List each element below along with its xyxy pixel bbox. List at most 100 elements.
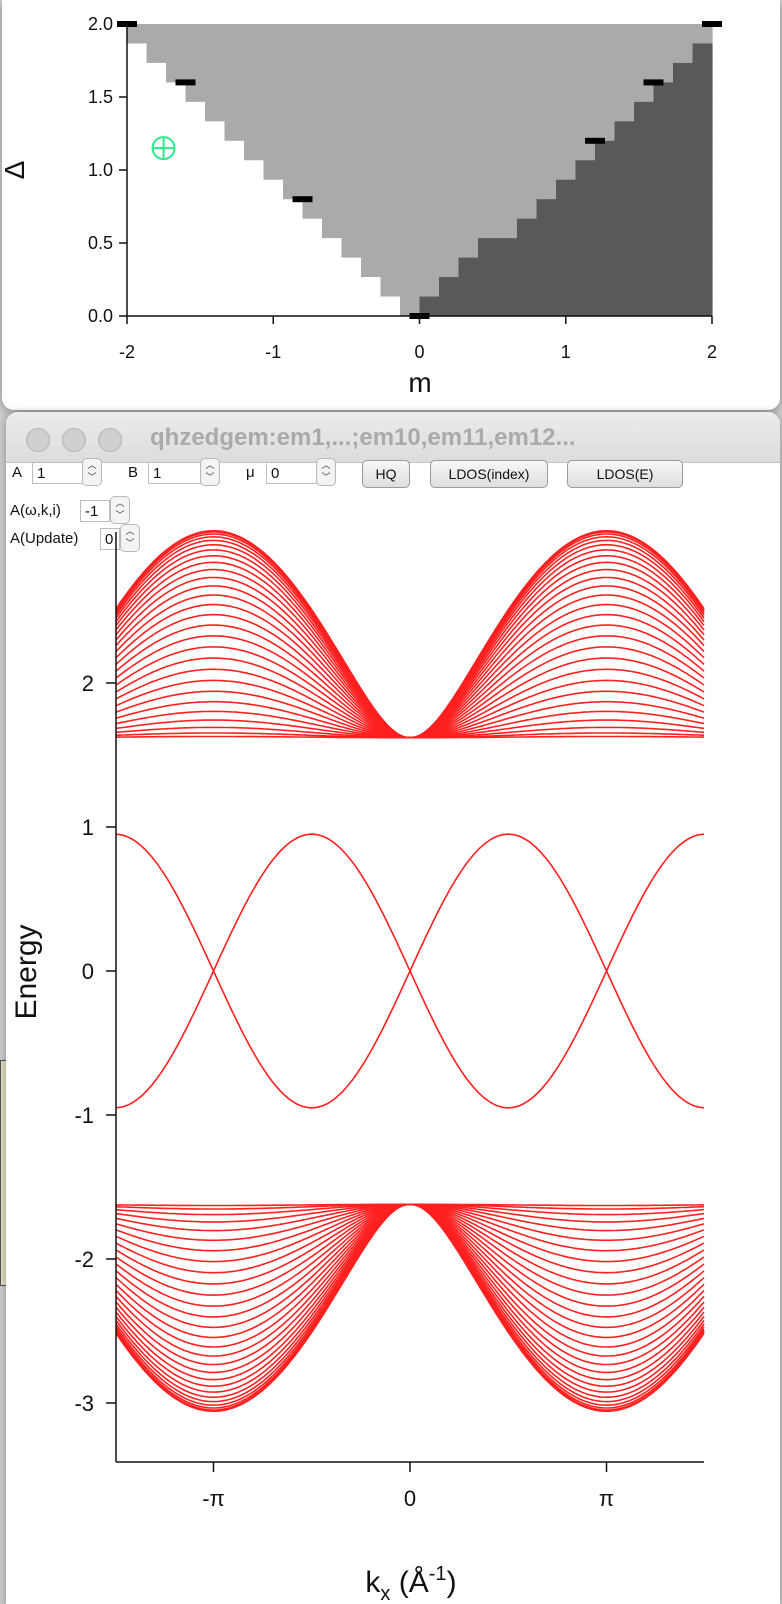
phase-cell <box>302 277 323 298</box>
phase-cell <box>575 238 596 259</box>
close-window-button[interactable] <box>26 428 50 452</box>
phase-cell <box>478 238 499 259</box>
hq-button[interactable]: HQ <box>362 460 410 488</box>
stepper-down-icon[interactable]: ﹀ <box>317 471 335 483</box>
phase-cell <box>185 238 206 259</box>
phase-cell <box>380 296 401 317</box>
phase-cell <box>653 218 674 239</box>
phase-cell <box>127 101 148 122</box>
phase-cell <box>166 199 187 220</box>
phase-cell <box>380 257 401 278</box>
phase-cell <box>127 82 148 103</box>
ldos-energy-button[interactable]: LDOS(E) <box>567 460 683 488</box>
param-mu-stepper[interactable]: ︿ ﹀ <box>316 458 336 486</box>
phase-cell <box>185 140 206 161</box>
phase-cell <box>439 179 460 200</box>
phase-cell <box>224 218 245 239</box>
phase-y-tick-label: 1.0 <box>88 160 113 180</box>
phase-cell <box>556 121 577 142</box>
phase-cell <box>692 62 713 83</box>
phase-cell <box>224 43 245 64</box>
zoom-window-button[interactable] <box>98 428 122 452</box>
phase-cell <box>361 296 382 317</box>
stepper-down-icon[interactable]: ﹀ <box>121 537 139 549</box>
phase-cell <box>127 296 148 317</box>
param-a-update-stepper[interactable]: ︿ ﹀ <box>120 524 140 552</box>
band-x-tick-label: -π <box>202 1486 225 1511</box>
phase-cell <box>673 277 694 298</box>
bulk-band-line <box>115 710 705 739</box>
phase-cell <box>497 179 518 200</box>
phase-cell <box>497 199 518 220</box>
ldos-index-button[interactable]: LDOS(index) <box>430 460 548 488</box>
phase-cell <box>205 179 226 200</box>
phase-cell <box>127 238 148 259</box>
phase-cell <box>517 296 538 317</box>
bulk-band-line <box>115 544 705 739</box>
phase-cell <box>127 199 148 220</box>
phase-cell <box>556 296 577 317</box>
param-a-label: A <box>12 464 23 481</box>
bulk-band-line <box>115 1203 705 1339</box>
phase-cell <box>341 43 362 64</box>
bulk-band-line <box>115 533 705 739</box>
phase-cell <box>556 218 577 239</box>
param-mu-label: μ <box>246 464 255 481</box>
bulk-band-line <box>115 1203 705 1393</box>
phase-cell <box>692 296 713 317</box>
minimize-window-button[interactable] <box>62 428 86 452</box>
phase-cell <box>322 43 343 64</box>
phase-cell <box>361 140 382 161</box>
param-b-input[interactable] <box>148 462 204 484</box>
phase-cell <box>497 82 518 103</box>
phase-cell <box>244 160 265 181</box>
stepper-down-icon[interactable]: ﹀ <box>111 509 129 521</box>
phase-cell <box>263 121 284 142</box>
phase-cell <box>517 121 538 142</box>
phase-diagram-chart: -2 -1 0 1 2 0.0 0.5 1.0 1.5 2.0 m Δ <box>0 14 722 398</box>
phase-cell <box>556 199 577 220</box>
stepper-up-icon[interactable]: ︿ <box>111 497 129 509</box>
bulk-band-line <box>115 1203 705 1366</box>
band-y-tick-label: -1 <box>74 1103 94 1128</box>
phase-cell <box>322 218 343 239</box>
param-b-stepper[interactable]: ︿ ﹀ <box>200 458 220 486</box>
stepper-up-icon[interactable]: ︿ <box>317 459 335 471</box>
phase-cell <box>497 43 518 64</box>
param-a-update-input[interactable] <box>100 528 120 550</box>
phase-cell <box>283 199 304 220</box>
stepper-down-icon[interactable]: ﹀ <box>83 471 101 483</box>
stepper-up-icon[interactable]: ︿ <box>83 459 101 471</box>
band-structure-chart: 2 1 0 -1 -2 -3 -π 0 π Energy kx (Å-1) <box>10 530 705 1604</box>
phase-cell <box>458 62 479 83</box>
param-a-wki-input[interactable] <box>80 500 110 522</box>
bulk-band-line <box>116 735 704 739</box>
stepper-up-icon[interactable]: ︿ <box>201 459 219 471</box>
phase-cell <box>166 82 187 103</box>
stepper-down-icon[interactable]: ﹀ <box>201 471 219 483</box>
param-a-stepper[interactable]: ︿ ﹀ <box>82 458 102 486</box>
phase-cell <box>400 199 421 220</box>
phase-cell <box>380 121 401 142</box>
phase-x-tick-label: -2 <box>119 342 135 362</box>
param-mu-input[interactable] <box>266 462 318 484</box>
phase-cell <box>614 140 635 161</box>
param-a-wki-stepper[interactable]: ︿ ﹀ <box>110 496 130 524</box>
crosshair-cursor-icon[interactable] <box>151 136 176 161</box>
phase-cell <box>302 121 323 142</box>
phase-cell <box>322 257 343 278</box>
phase-cell <box>400 179 421 200</box>
phase-y-tick-label: 0.5 <box>88 233 113 253</box>
phase-cell <box>458 140 479 161</box>
phase-cell <box>224 121 245 142</box>
window-titlebar[interactable]: qhzedgem:em1,...;em10,em11,em12... <box>6 412 780 463</box>
bulk-band-line <box>115 1203 705 1329</box>
phase-cell <box>400 218 421 239</box>
stepper-up-icon[interactable]: ︿ <box>121 525 139 537</box>
phase-cell <box>146 257 167 278</box>
phase-cell <box>146 179 167 200</box>
param-a-input[interactable] <box>32 462 88 484</box>
phase-cell <box>224 277 245 298</box>
phase-cell <box>439 218 460 239</box>
phase-cell <box>263 101 284 122</box>
